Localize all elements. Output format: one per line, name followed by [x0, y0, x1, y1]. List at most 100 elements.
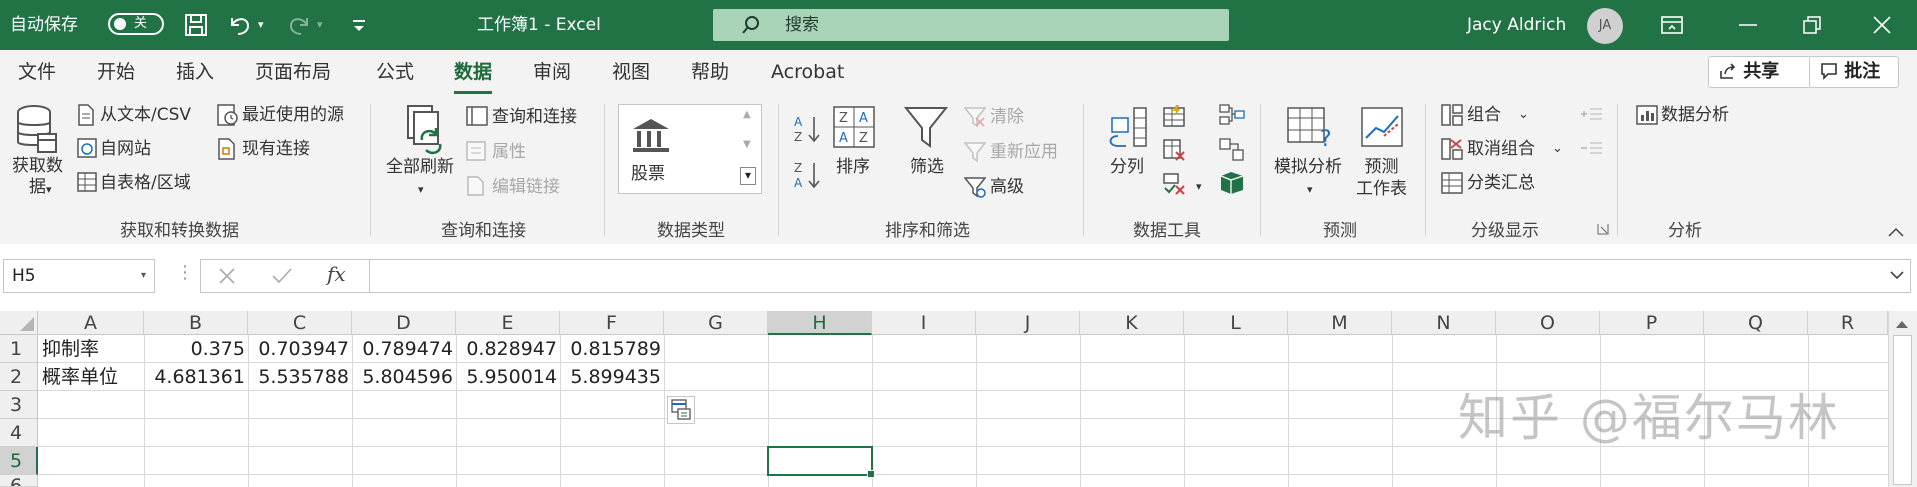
- row-header-selected[interactable]: 5: [0, 447, 38, 475]
- group-dropdown-icon[interactable]: ⌄: [1518, 104, 1529, 126]
- column-header[interactable]: O: [1496, 311, 1600, 335]
- tab-data[interactable]: 数据: [454, 58, 493, 94]
- text-to-columns-icon[interactable]: [1104, 106, 1150, 154]
- stocks-button[interactable]: 股票: [631, 163, 665, 185]
- get-data-icon[interactable]: [14, 104, 60, 160]
- cell-f1[interactable]: 0.815789: [560, 335, 664, 363]
- get-data-dropdown-icon[interactable]: ▾: [46, 179, 52, 201]
- close-icon[interactable]: [1852, 0, 1912, 50]
- cell-a1[interactable]: 抑制率: [42, 335, 144, 363]
- paste-options-button[interactable]: [667, 396, 695, 424]
- column-header[interactable]: L: [1184, 311, 1288, 335]
- forecast-sheet-button[interactable]: 预测 工作表: [1356, 156, 1407, 200]
- column-header[interactable]: F: [560, 311, 664, 335]
- data-analysis-button[interactable]: 数据分析: [1661, 104, 1729, 126]
- customize-toolbar-icon[interactable]: [350, 13, 368, 41]
- column-header[interactable]: E: [456, 311, 560, 335]
- gallery-more-icon[interactable]: ▾: [740, 167, 756, 185]
- search-box[interactable]: 搜索: [713, 9, 1229, 41]
- from-web-button[interactable]: 自网站: [100, 138, 151, 160]
- text-to-columns-button[interactable]: 分列: [1110, 156, 1144, 178]
- column-header[interactable]: K: [1080, 311, 1184, 335]
- cell-e2[interactable]: 5.950014: [456, 363, 560, 391]
- filter-button[interactable]: 筛选: [910, 156, 944, 178]
- tab-insert[interactable]: 插入: [176, 58, 214, 86]
- refresh-dropdown-icon[interactable]: ▾: [418, 179, 424, 201]
- refresh-all-button[interactable]: 全部刷新: [386, 156, 454, 178]
- cell-b2[interactable]: 4.681361: [144, 363, 248, 391]
- comments-button[interactable]: 批注: [1809, 56, 1899, 88]
- column-header[interactable]: R: [1808, 311, 1888, 335]
- column-header-selected[interactable]: H: [768, 311, 872, 335]
- cell-d2[interactable]: 5.804596: [352, 363, 456, 391]
- column-header[interactable]: D: [352, 311, 456, 335]
- sort-icon[interactable]: ZAAZ: [833, 106, 875, 152]
- collapse-ribbon-icon[interactable]: [1888, 222, 1904, 241]
- tab-review[interactable]: 审阅: [533, 58, 571, 86]
- cell-e1[interactable]: 0.828947: [456, 335, 560, 363]
- row-header[interactable]: 1: [0, 335, 38, 363]
- expand-formula-bar-icon[interactable]: [1890, 266, 1904, 285]
- flash-fill-icon[interactable]: [1162, 104, 1186, 132]
- cell-c1[interactable]: 0.703947: [248, 335, 352, 363]
- from-text-csv-button[interactable]: 从文本/CSV: [100, 104, 191, 126]
- cell-f2[interactable]: 5.899435: [560, 363, 664, 391]
- restore-icon[interactable]: [1782, 0, 1842, 50]
- column-header[interactable]: P: [1600, 311, 1704, 335]
- filter-icon[interactable]: [903, 106, 949, 154]
- row-header[interactable]: 2: [0, 363, 38, 391]
- cell-b1[interactable]: 0.375: [144, 335, 248, 363]
- cancel-icon[interactable]: [217, 266, 237, 290]
- fill-handle[interactable]: [867, 470, 875, 478]
- column-header[interactable]: M: [1288, 311, 1392, 335]
- cell-c2[interactable]: 5.535788: [248, 363, 352, 391]
- remove-duplicates-icon[interactable]: [1162, 138, 1186, 166]
- get-data-button[interactable]: 获取数 据: [12, 156, 63, 198]
- recent-sources-button[interactable]: 最近使用的源: [242, 104, 344, 126]
- name-box-dropdown-icon[interactable]: ▾: [141, 260, 146, 292]
- save-icon[interactable]: [183, 12, 209, 42]
- tab-formulas[interactable]: 公式: [376, 58, 414, 86]
- tab-page-layout[interactable]: 页面布局: [255, 58, 331, 86]
- column-header[interactable]: Q: [1704, 311, 1808, 335]
- outline-dialog-launcher-icon[interactable]: [1597, 220, 1609, 239]
- tab-home[interactable]: 开始: [97, 58, 135, 86]
- relationships-icon[interactable]: [1219, 138, 1245, 166]
- row-header[interactable]: 3: [0, 391, 38, 419]
- data-validation-icon[interactable]: [1162, 172, 1186, 200]
- ungroup-button[interactable]: 取消组合: [1467, 138, 1535, 160]
- group-button[interactable]: 组合: [1467, 104, 1501, 126]
- column-header[interactable]: A: [38, 311, 144, 335]
- column-header[interactable]: C: [248, 311, 352, 335]
- select-all-button[interactable]: [0, 311, 38, 335]
- sort-asc-icon[interactable]: AZ: [794, 114, 822, 148]
- autosave-toggle[interactable]: 关: [108, 13, 164, 35]
- cell-a2[interactable]: 概率单位: [42, 363, 144, 391]
- avatar[interactable]: JA: [1587, 8, 1623, 44]
- name-box[interactable]: H5 ▾: [3, 259, 155, 293]
- gallery-up-icon[interactable]: ▲: [743, 109, 751, 120]
- from-table-button[interactable]: 自表格/区域: [100, 172, 191, 194]
- subtotal-button[interactable]: 分类汇总: [1467, 172, 1535, 194]
- what-if-analysis-icon[interactable]: ?: [1286, 106, 1334, 154]
- tab-help[interactable]: 帮助: [691, 58, 729, 86]
- sort-desc-icon[interactable]: ZA: [794, 160, 822, 194]
- consolidate-icon[interactable]: [1219, 104, 1245, 130]
- tab-file[interactable]: 文件: [18, 58, 56, 86]
- advanced-button[interactable]: 高级: [990, 176, 1024, 198]
- minimize-icon[interactable]: [1718, 0, 1778, 50]
- scroll-up-icon[interactable]: [1894, 315, 1910, 334]
- tab-view[interactable]: 视图: [612, 58, 650, 86]
- existing-connections-button[interactable]: 现有连接: [242, 138, 310, 160]
- gallery-down-icon[interactable]: ▼: [743, 139, 751, 150]
- formula-input[interactable]: [369, 259, 1911, 293]
- cell-d1[interactable]: 0.789474: [352, 335, 456, 363]
- user-name[interactable]: Jacy Aldrich: [1467, 0, 1566, 50]
- forecast-sheet-icon[interactable]: [1360, 106, 1404, 154]
- manage-data-model-icon[interactable]: [1219, 170, 1245, 200]
- enter-icon[interactable]: [271, 266, 293, 290]
- row-header[interactable]: 6: [0, 475, 38, 487]
- what-if-analysis-button[interactable]: 模拟分析: [1274, 156, 1342, 178]
- refresh-all-icon[interactable]: [402, 104, 448, 160]
- queries-connections-button[interactable]: 查询和连接: [492, 106, 577, 128]
